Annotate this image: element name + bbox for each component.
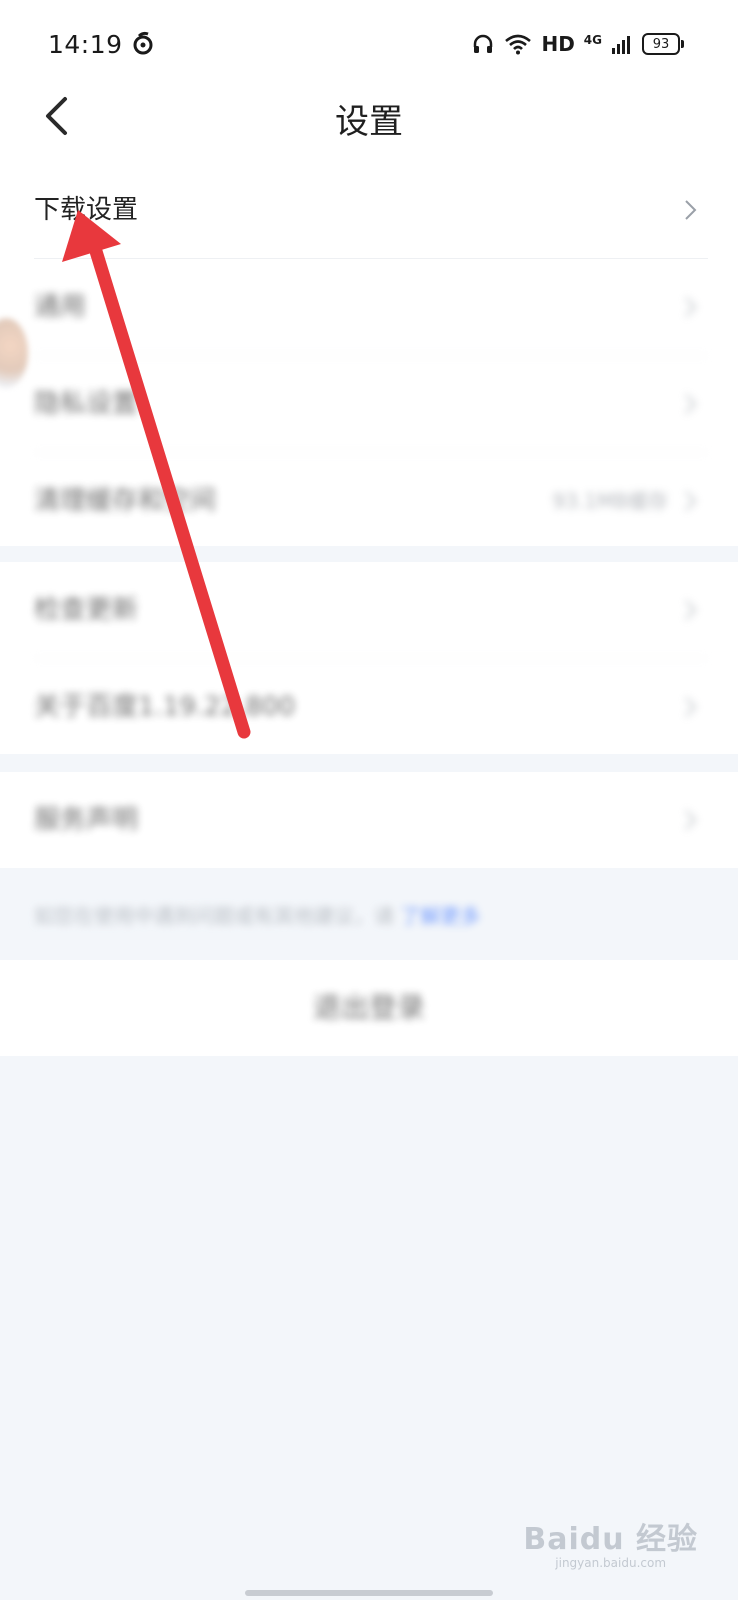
settings-group-1: 下载设置 通用 隐私设置 清理缓存和空间 93.1MB缓存: [0, 162, 738, 546]
watermark-site: jingyan.baidu.com: [555, 1556, 667, 1570]
settings-row-label: 通用: [34, 292, 87, 322]
settings-row-service-terms[interactable]: 服务声明: [34, 772, 708, 868]
settings-row-download[interactable]: 下载设置: [34, 162, 708, 259]
network-type: 4G: [583, 33, 602, 47]
chevron-right-icon: [685, 491, 697, 511]
nav-bar: 设置: [0, 92, 738, 162]
settings-row-label: 关于百度1.19.22.800: [34, 692, 296, 722]
status-indicators: HD 4G 93: [471, 28, 684, 60]
app-notification-icon: [133, 31, 153, 55]
chevron-right-icon: [685, 200, 697, 220]
learn-more-link[interactable]: 了解更多: [400, 904, 480, 928]
chevron-right-icon: [685, 600, 697, 620]
status-time: 14:19: [48, 30, 123, 59]
battery-icon: 93: [642, 33, 684, 55]
chevron-right-icon: [685, 697, 697, 717]
settings-row-label: 下载设置: [34, 195, 139, 225]
wifi-icon: [505, 34, 532, 55]
logout-button[interactable]: 退出登录: [0, 960, 738, 1056]
settings-group-2: 检查更新 关于百度1.19.22.800: [0, 562, 738, 754]
home-indicator[interactable]: [245, 1590, 493, 1596]
chevron-right-icon: [685, 810, 697, 830]
settings-row-clear-cache[interactable]: 清理缓存和空间 93.1MB缓存: [34, 453, 708, 549]
settings-row-label: 检查更新: [34, 595, 139, 625]
chevron-right-icon: [685, 394, 697, 414]
battery-level: 93: [652, 36, 670, 52]
headphones-icon: [474, 34, 493, 53]
settings-row-check-update[interactable]: 检查更新: [34, 562, 708, 659]
settings-row-label: 服务声明: [34, 805, 139, 835]
signal-icon: [612, 36, 630, 54]
hd-label: HD: [541, 32, 575, 56]
watermark-logo: Baidu 经验 jingyan.baidu.com: [523, 1514, 698, 1570]
notice-section: 如您在使用中遇到问题或有其他建议，请 了解更多: [0, 870, 738, 958]
page-title: 设置: [335, 102, 403, 142]
settings-row-label: 隐私设置: [34, 389, 139, 419]
settings-group-3: 服务声明: [0, 772, 738, 868]
settings-row-general[interactable]: 通用: [34, 259, 708, 356]
notice-text: 如您在使用中遇到问题或有其他建议，请 了解更多: [34, 900, 480, 929]
settings-row-label: 清理缓存和空间: [34, 486, 217, 516]
settings-row-privacy[interactable]: 隐私设置: [34, 356, 708, 453]
chevron-right-icon: [685, 297, 697, 317]
watermark-brand: Baidu 经验: [523, 1522, 698, 1557]
logout-card: 退出登录: [0, 960, 738, 1056]
status-bar: 14:19 HD 4G 93: [0, 0, 738, 92]
cache-size-value: 93.1MB缓存: [552, 489, 668, 513]
notice-body: 如您在使用中遇到问题或有其他建议，请: [34, 904, 394, 928]
settings-row-about[interactable]: 关于百度1.19.22.800: [34, 659, 708, 755]
